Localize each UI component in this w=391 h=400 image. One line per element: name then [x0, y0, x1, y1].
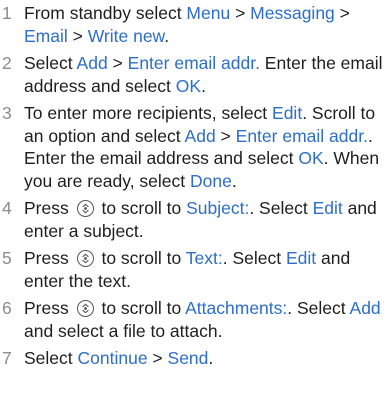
step-text-segment: . Select	[222, 248, 286, 268]
ui-term-link: OK	[175, 75, 202, 96]
step-text-segment: Press	[24, 248, 74, 268]
ui-term-link: Messaging	[250, 3, 335, 23]
ui-term-link: Send	[167, 348, 209, 368]
instruction-steps: 1 From standby select Menu > Messaging > …	[0, 2, 391, 375]
step-number: 5	[2, 248, 12, 268]
step-number: 6	[2, 298, 12, 318]
ui-term-link: Attachments:	[185, 298, 288, 318]
step-text: Select Add > Enter email addr. Enter the…	[24, 53, 383, 96]
ui-term-link: Enter email addr.	[127, 53, 260, 73]
ui-term-link: Done	[190, 170, 232, 191]
step-text-segment: >	[215, 125, 236, 146]
step-number: 2	[2, 53, 12, 73]
ui-term-link: Edit	[285, 248, 317, 268]
step-text: To enter more recipients, select Edit. S…	[24, 103, 379, 191]
step-text-segment: to scroll to	[96, 198, 187, 218]
ui-term-link: Enter email addr.	[235, 125, 368, 146]
step-number: 4	[2, 198, 12, 218]
step-7: 7 Select Continue > Send.	[0, 347, 391, 370]
ui-term-link: Edit	[312, 198, 343, 218]
step-6: 6 Press to scroll to Attachments:. Select…	[0, 297, 391, 342]
step-text-segment: Press	[24, 298, 74, 318]
ui-term-link: Continue	[77, 348, 148, 368]
ui-term-link: Add	[349, 298, 381, 318]
step-text-segment: To enter more recipients, select	[24, 103, 273, 123]
step-text-segment: to scroll to	[96, 248, 186, 268]
step-text-segment: Select	[24, 53, 77, 73]
step-text: Press to scroll to Text:. Select Edit an…	[24, 248, 350, 291]
step-text-segment: >	[230, 3, 251, 23]
step-1: 1 From standby select Menu > Messaging > …	[0, 2, 391, 47]
step-text-segment: >	[107, 53, 128, 73]
step-3: 3 To enter more recipients, select Edit. …	[0, 102, 391, 192]
step-text-segment: Select	[24, 348, 78, 368]
ui-term-link: Menu	[186, 3, 231, 23]
step-text: From standby select Menu > Messaging > E…	[24, 3, 350, 46]
step-number: 7	[2, 348, 12, 368]
step-text: Press to scroll to Attachments:. Select …	[24, 298, 381, 341]
step-text-segment: .	[164, 25, 170, 46]
step-text-segment: >	[334, 3, 350, 23]
ui-term-link: Text:	[185, 248, 223, 268]
navigation-key-icon	[76, 300, 94, 317]
step-number: 3	[2, 103, 12, 123]
step-text: Select Continue > Send.	[24, 348, 213, 368]
ui-term-link: Edit	[272, 103, 303, 123]
step-text-segment: From standby select	[24, 3, 187, 23]
step-5: 5 Press to scroll to Text:. Select Edit a…	[0, 247, 391, 292]
navigation-key-icon	[76, 250, 94, 267]
ui-term-link: Add	[76, 53, 108, 73]
ui-term-link: Write new	[87, 25, 165, 46]
step-text-segment: >	[67, 25, 88, 46]
ui-term-link: OK	[298, 148, 324, 168]
step-text-segment: .	[208, 348, 214, 368]
step-number: 1	[2, 3, 12, 23]
ui-term-link: Add	[184, 125, 216, 146]
step-text-segment: .	[231, 170, 237, 191]
step-text-segment: Press	[24, 198, 74, 218]
ui-term-link: Email	[24, 25, 68, 46]
navigation-key-icon	[76, 200, 94, 217]
step-text-segment: and select a file to attach.	[24, 320, 223, 341]
step-text-segment: . Select	[249, 198, 313, 218]
step-2: 2 Select Add > Enter email addr. Enter th…	[0, 52, 391, 97]
step-text-segment: to scroll to	[96, 298, 186, 318]
step-text-segment: .	[201, 75, 206, 96]
step-text-segment: >	[147, 348, 168, 368]
step-text: Press to scroll to Subject:. Select Edit…	[24, 198, 377, 241]
step-4: 4 Press to scroll to Subject:. Select Edi…	[0, 197, 391, 242]
ui-term-link: Subject:	[186, 198, 250, 218]
step-text-segment: . Select	[287, 298, 350, 318]
